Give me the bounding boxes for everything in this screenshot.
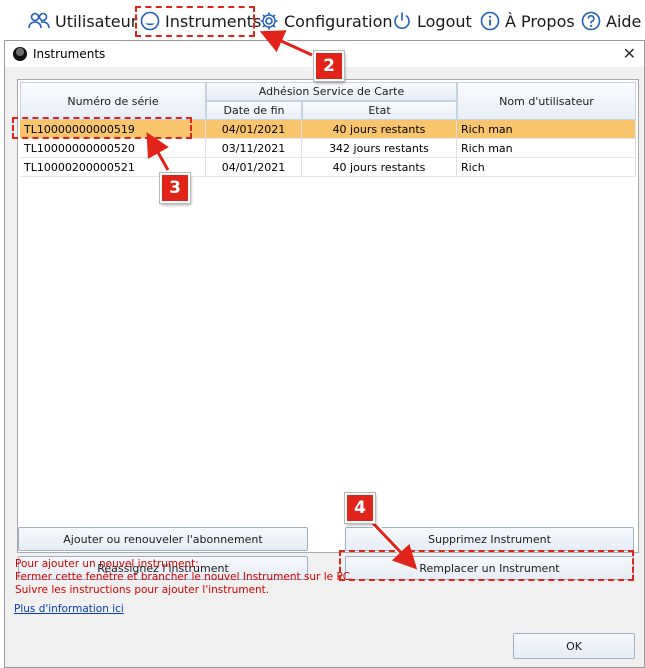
callout-badge-4: 4 bbox=[345, 493, 375, 523]
cell-user: Rich man bbox=[457, 139, 636, 158]
cell-end-date: 04/01/2021 bbox=[206, 158, 302, 177]
ok-button[interactable]: OK bbox=[513, 633, 635, 659]
info-line: Suivre les instructions pour ajouter l'i… bbox=[15, 584, 270, 596]
menu-a-propos[interactable]: À Propos bbox=[480, 8, 575, 34]
top-menu-bar: Utilisateur Instruments Configuration Lo… bbox=[0, 0, 645, 40]
menu-a-propos-label: À Propos bbox=[505, 11, 575, 31]
menu-utilisateur[interactable]: Utilisateur bbox=[28, 8, 137, 34]
add-renew-subscription-button[interactable]: Ajouter ou renouveler l'abonnement bbox=[18, 527, 308, 551]
more-info-link[interactable]: Plus d'information ici bbox=[14, 603, 124, 615]
app-logo-icon bbox=[13, 47, 27, 61]
cell-serial: TL10000000000520 bbox=[20, 139, 206, 158]
column-header-user[interactable]: Nom d'utilisateur bbox=[457, 82, 636, 120]
info-line: Fermer cette fenêtre et brancher le nouv… bbox=[15, 571, 354, 583]
help-icon bbox=[581, 11, 601, 31]
cell-status: 40 jours restants bbox=[302, 158, 457, 177]
menu-configuration[interactable]: Configuration bbox=[259, 8, 393, 34]
column-header-end-date[interactable]: Date de fin bbox=[206, 101, 302, 120]
replace-button-highlight bbox=[339, 550, 634, 581]
column-header-status[interactable]: Etat bbox=[302, 101, 457, 120]
menu-utilisateur-label: Utilisateur bbox=[55, 11, 138, 31]
close-icon[interactable]: ✕ bbox=[623, 44, 636, 63]
delete-instrument-button[interactable]: Supprimez Instrument bbox=[345, 527, 634, 551]
dialog-title: Instruments bbox=[33, 47, 106, 61]
table-row[interactable]: TL10000000000520 03/11/2021 342 jours re… bbox=[20, 139, 636, 158]
cell-status: 40 jours restants bbox=[302, 120, 457, 139]
cell-end-date: 03/11/2021 bbox=[206, 139, 302, 158]
column-group-header: Adhésion Service de Carte bbox=[206, 82, 457, 101]
menu-logout[interactable]: Logout bbox=[392, 8, 472, 34]
info-icon bbox=[480, 11, 500, 31]
instruments-table: Numéro de série Adhésion Service de Cart… bbox=[17, 79, 639, 553]
cell-user: Rich bbox=[457, 158, 636, 177]
table-header: Numéro de série Adhésion Service de Cart… bbox=[20, 82, 636, 120]
callout-badge-2: 2 bbox=[314, 51, 344, 81]
gear-icon bbox=[259, 11, 279, 31]
cell-status: 342 jours restants bbox=[302, 139, 457, 158]
users-icon bbox=[28, 12, 50, 30]
menu-configuration-label: Configuration bbox=[284, 11, 393, 31]
table-row[interactable]: TL10000200000521 04/01/2021 40 jours res… bbox=[20, 158, 636, 177]
selected-serial-highlight bbox=[12, 117, 192, 139]
info-line: Pour ajouter un nouvel instrument: bbox=[15, 558, 199, 570]
add-instrument-instructions: Pour ajouter un nouvel instrument: Ferme… bbox=[15, 558, 353, 597]
column-header-serial[interactable]: Numéro de série bbox=[20, 82, 206, 120]
menu-aide[interactable]: Aide bbox=[581, 8, 641, 34]
instruments-menu-highlight bbox=[135, 6, 255, 37]
cell-end-date: 04/01/2021 bbox=[206, 120, 302, 139]
menu-logout-label: Logout bbox=[417, 11, 472, 31]
power-icon bbox=[392, 11, 412, 31]
callout-badge-3: 3 bbox=[160, 173, 190, 203]
menu-aide-label: Aide bbox=[606, 11, 642, 31]
cell-user: Rich man bbox=[457, 120, 636, 139]
